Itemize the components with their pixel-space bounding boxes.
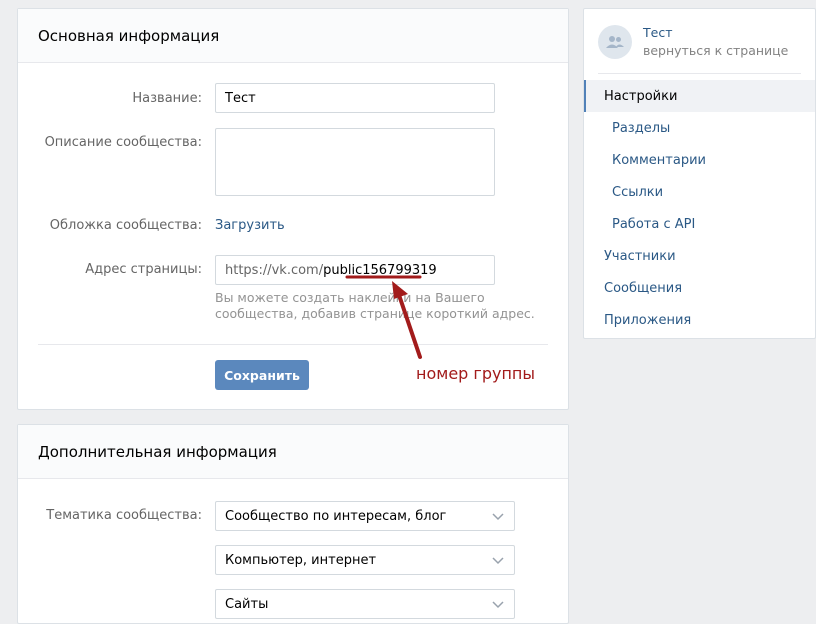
topic-select-3-value: Сайты: [225, 596, 269, 612]
description-label: Описание сообщества:: [44, 135, 202, 150]
settings-sidebar: Тест вернуться к странице Настройки Разд…: [583, 8, 816, 339]
chevron-down-icon: [492, 513, 504, 521]
sidebar-item-label: Работа с API: [612, 216, 696, 232]
address-hint: Вы можете создать наклейки на Вашего соо…: [215, 290, 535, 321]
sidebar-item-apps[interactable]: Приложения: [584, 304, 815, 336]
form-divider: [38, 344, 548, 345]
sidebar-item-label: Разделы: [612, 120, 671, 136]
annotation-text: номер группы: [416, 364, 535, 383]
sidebar-item-label: Комментарии: [612, 152, 706, 168]
chevron-down-icon: [492, 601, 504, 609]
topic-select-1-value: Сообщество по интересам, блог: [225, 508, 447, 524]
save-button[interactable]: Сохранить: [215, 360, 309, 390]
name-input-value: Тест: [225, 90, 256, 106]
topic-select-2[interactable]: Компьютер, интернет: [215, 545, 515, 575]
chevron-down-icon: [492, 557, 504, 565]
group-header[interactable]: Тест вернуться к странице: [598, 23, 801, 74]
topic-select-2-value: Компьютер, интернет: [225, 552, 377, 568]
address-value-a: public: [323, 262, 363, 278]
basic-info-card: Основная информация Название: Тест Описа…: [17, 8, 569, 410]
cover-label: Обложка сообщества:: [49, 218, 202, 233]
sidebar-item-settings[interactable]: Настройки: [584, 80, 815, 112]
address-value-b: 156799319: [362, 262, 437, 278]
sidebar-item-label: Участники: [604, 248, 676, 264]
avatar[interactable]: [598, 25, 632, 59]
topic-select-1[interactable]: Сообщество по интересам, блог: [215, 501, 515, 531]
sidebar-item-label: Сообщения: [604, 280, 683, 296]
topic-select-3[interactable]: Сайты: [215, 589, 515, 619]
extra-info-card: Дополнительная информация Тематика сообщ…: [17, 424, 569, 624]
sidebar-item-label: Приложения: [604, 312, 692, 328]
sidebar-item-messages[interactable]: Сообщения: [584, 272, 815, 304]
sidebar-item-label: Ссылки: [612, 184, 664, 200]
back-to-page-link[interactable]: вернуться к странице: [643, 43, 788, 58]
name-label: Название:: [132, 91, 202, 106]
address-label: Адрес страницы:: [85, 262, 202, 277]
group-name[interactable]: Тест: [643, 25, 672, 40]
address-prefix: https://vk.com/: [225, 262, 324, 278]
sidebar-item-api[interactable]: Работа с API: [584, 208, 815, 240]
sidebar-item-links[interactable]: Ссылки: [584, 176, 815, 208]
sidebar-item-label: Настройки: [604, 88, 678, 104]
sidebar-item-members[interactable]: Участники: [584, 240, 815, 272]
sidebar-item-sections[interactable]: Разделы: [584, 112, 815, 144]
upload-cover-link[interactable]: Загрузить: [215, 218, 285, 233]
description-textarea[interactable]: [215, 128, 495, 196]
basic-info-title: Основная информация: [18, 9, 568, 63]
topic-label: Тематика сообщества:: [46, 508, 202, 523]
users-icon: [606, 36, 624, 48]
extra-info-title: Дополнительная информация: [18, 425, 568, 479]
address-input[interactable]: https://vk.com/public 156799319: [215, 255, 495, 285]
name-input[interactable]: Тест: [215, 83, 495, 113]
sidebar-item-comments[interactable]: Комментарии: [584, 144, 815, 176]
